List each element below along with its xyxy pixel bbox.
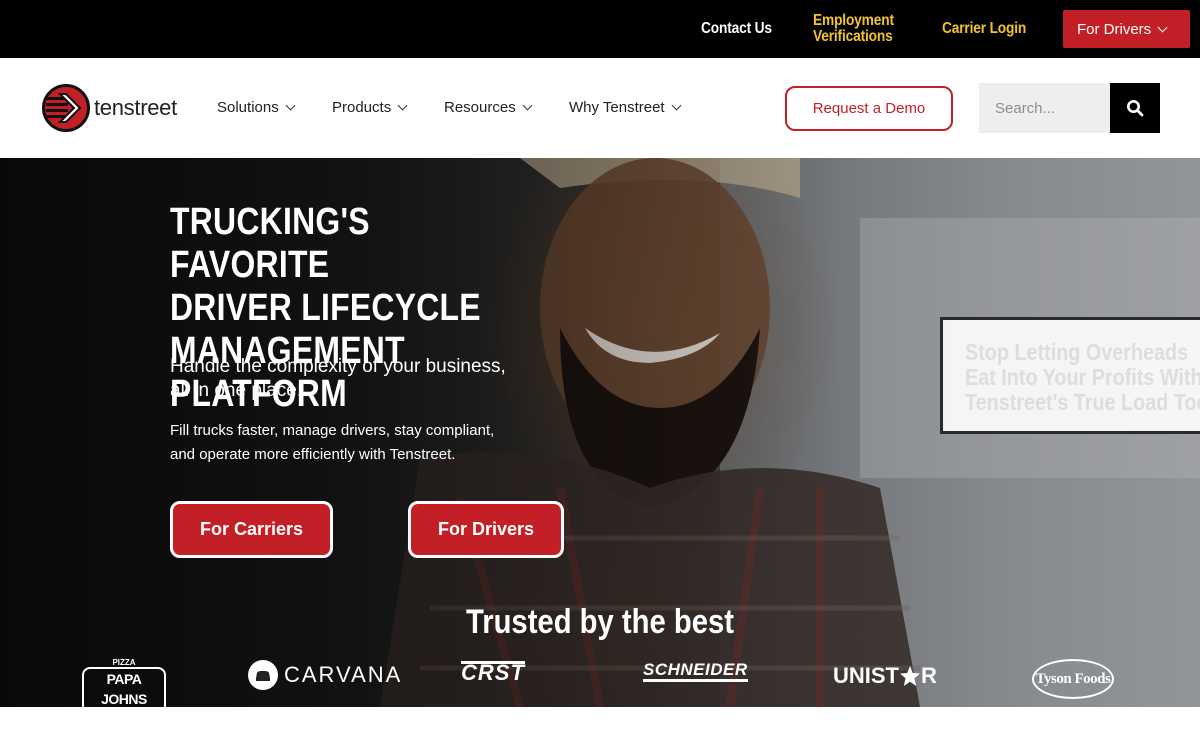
hero-title-line1: TRUCKING'S FAVORITE [170, 201, 370, 286]
hero-sub-line2: all in one place. [170, 380, 303, 401]
main-navbar: tenstreet Solutions Products Resources W… [0, 58, 1200, 158]
chevron-down-icon [397, 100, 408, 111]
papa-johns-text: PAPA JOHNS [82, 667, 166, 707]
nav-why-tenstreet[interactable]: Why Tenstreet [569, 99, 682, 116]
search-button[interactable] [1110, 83, 1160, 133]
hero-body-line2: and operate more efficiently with Tenstr… [170, 446, 456, 463]
star-icon [900, 666, 920, 686]
customer-logos: PIZZA PAPA JOHNS CARVANA CRST SCHNEIDER … [0, 653, 1200, 707]
unistar-logo: UNIST R [833, 663, 937, 689]
contact-us-link[interactable]: Contact Us [701, 20, 772, 38]
search-input[interactable]: Search... [979, 83, 1110, 133]
hero-section: TRUCKING'S FAVORITE DRIVER LIFECYCLE MAN… [0, 158, 1200, 707]
logo-mark-icon [42, 84, 90, 132]
hero-body-line1: Fill trucks faster, manage drivers, stay… [170, 422, 495, 439]
logo-text: tenstreet [94, 95, 177, 120]
employment-line1: Employment [813, 12, 894, 29]
carvana-car-icon [248, 660, 278, 690]
tenstreet-logo[interactable]: tenstreet [42, 84, 177, 132]
chevron-down-icon [285, 100, 296, 111]
promo-line3: Tenstreet's True Load Tool [965, 389, 1200, 415]
promo-line1: Stop Letting Overheads [965, 339, 1189, 365]
request-demo-button[interactable]: Request a Demo [785, 86, 953, 131]
for-drivers-button[interactable]: For Drivers [408, 501, 564, 558]
hero-sub-line1: Handle the complexity of your business, [170, 356, 506, 377]
chevron-down-icon [1157, 22, 1168, 32]
top-utility-bar: Contact Us Employment Verifications Carr… [0, 0, 1200, 58]
unistar-text-b: R [921, 663, 937, 688]
promo-line2: Eat Into Your Profits With [965, 364, 1200, 390]
for-drivers-label: For Drivers [1077, 20, 1152, 38]
chevron-down-icon [522, 100, 533, 111]
unistar-text-a: UNIST [833, 663, 899, 688]
carrier-login-link[interactable]: Carrier Login [942, 20, 1026, 38]
for-drivers-dropdown[interactable]: For Drivers [1063, 10, 1190, 48]
search-icon [1127, 100, 1144, 117]
trusted-heading: Trusted by the best [465, 603, 735, 641]
nav-products[interactable]: Products [332, 99, 408, 116]
tyson-foods-logo: Tyson Foods [1032, 659, 1114, 699]
employment-verifications-link[interactable]: Employment Verifications [813, 13, 894, 45]
hero-title-line2: DRIVER LIFECYCLE [170, 287, 481, 329]
nav-solutions-label: Solutions [217, 99, 279, 116]
nav-resources-label: Resources [444, 99, 516, 116]
papa-johns-logo: PIZZA PAPA JOHNS [82, 659, 166, 707]
hero-subtitle: Handle the complexity of your business, … [170, 355, 550, 403]
schneider-logo: SCHNEIDER [643, 661, 748, 682]
hero-body: Fill trucks faster, manage drivers, stay… [170, 419, 540, 467]
nav-resources[interactable]: Resources [444, 99, 533, 116]
chevron-down-icon [671, 100, 682, 111]
nav-why-tenstreet-label: Why Tenstreet [569, 99, 665, 116]
nav-solutions[interactable]: Solutions [217, 99, 296, 116]
crst-logo: CRST [461, 660, 525, 685]
carvana-logo: CARVANA [248, 660, 402, 690]
carvana-text: CARVANA [284, 662, 403, 687]
nav-products-label: Products [332, 99, 392, 116]
promo-banner[interactable]: Stop Letting Overheads Eat Into Your Pro… [940, 317, 1200, 434]
papa-johns-small: PIZZA [112, 658, 136, 667]
employment-line2: Verifications [813, 28, 893, 45]
promo-text: Stop Letting Overheads Eat Into Your Pro… [965, 339, 1200, 415]
for-carriers-button[interactable]: For Carriers [170, 501, 333, 558]
